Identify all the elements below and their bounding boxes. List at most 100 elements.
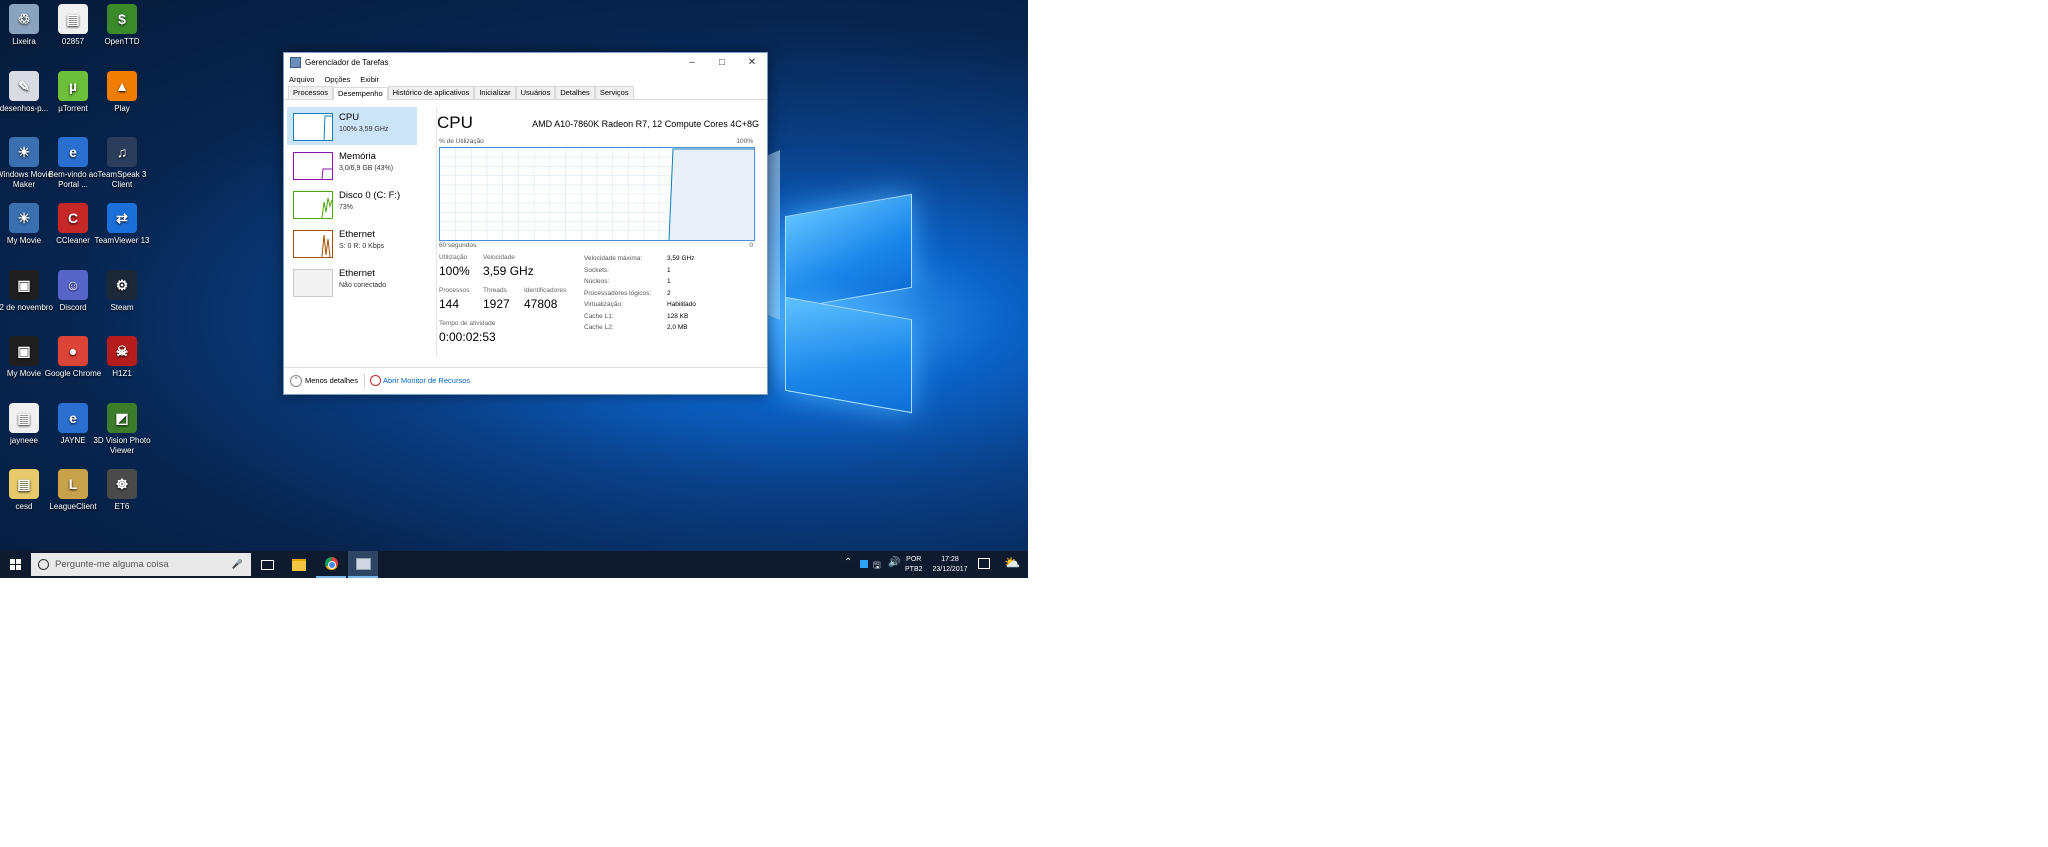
spec-key: Núcleos:: [584, 278, 610, 285]
minimize-button[interactable]: –: [677, 57, 707, 68]
desktop-icon[interactable]: ⚙ Steam: [92, 270, 152, 313]
chevron-up-icon[interactable]: ⌃: [844, 557, 852, 568]
desktop-icon[interactable]: $ OpenTTD: [92, 4, 152, 47]
graph-zero-label: 0: [749, 242, 753, 249]
tab-usuarios[interactable]: Usuários: [515, 86, 556, 99]
sidebar-item-sub: Não conectado: [339, 282, 387, 289]
cortana-icon: [38, 559, 49, 570]
menu-arquivo[interactable]: Arquivo: [289, 75, 314, 84]
app-icon: ☀: [9, 203, 39, 233]
sidebar-item-disk[interactable]: Disco 0 (C: F:) 73%: [287, 185, 417, 223]
tab-historico[interactable]: Histórico de aplicativos: [387, 86, 475, 99]
start-button[interactable]: [0, 551, 30, 578]
spec-key: Velocidade máxima:: [584, 255, 643, 262]
spec-key: Cache L1:: [584, 312, 614, 320]
microphone-icon[interactable]: 🎤: [232, 559, 243, 570]
handles-label: Identificadores: [524, 287, 567, 294]
task-manager-window[interactable]: Gerenciador de Tarefas – □ ✕ Arquivo Opç…: [283, 52, 768, 395]
wallpaper-logo-pane-tl: [785, 193, 912, 311]
app-icon: ☠: [107, 336, 137, 366]
clock[interactable]: 17:28 23/12/2017: [925, 555, 975, 575]
sidebar-item-cpu[interactable]: CPU 100% 3,59 GHz: [287, 107, 417, 145]
ethernet-thumbnail: [293, 230, 333, 258]
desktop-icon-label: Steam: [110, 303, 134, 312]
app-icon: C: [58, 203, 88, 233]
desktop: ♲ Lixeira ▤ 02857 $ OpenTTD ✎ desenhos-p... µ µTo…: [0, 0, 1028, 578]
tab-desempenho[interactable]: Desempenho: [333, 87, 388, 100]
desktop-icon[interactable]: ▲ Play: [92, 71, 152, 114]
cpu-model: AMD A10-7860K Radeon R7, 12 Compute Core…: [532, 119, 759, 129]
desktop-icon[interactable]: ⇄ TeamViewer 13: [92, 203, 152, 246]
uptime-value: 0:00:02:53: [439, 330, 496, 344]
performance-sidebar: CPU 100% 3,59 GHz Memória 3,0/6,9 GB (43…: [287, 107, 417, 357]
tab-servicos[interactable]: Serviços: [594, 86, 634, 99]
task-manager-taskbar-button[interactable]: [348, 551, 378, 578]
spec-value: 2: [667, 289, 671, 297]
cpu-thumbnail: [293, 113, 333, 141]
spec-key: Virtualização:: [584, 301, 623, 308]
chevron-up-icon[interactable]: ⌃: [290, 375, 302, 387]
tab-inicializar[interactable]: Inicializar: [474, 86, 516, 99]
search-placeholder: Pergunte-me alguma coisa: [55, 559, 169, 570]
search-box[interactable]: Pergunte-me alguma coisa 🎤: [31, 553, 251, 576]
tab-processos[interactable]: Processos: [288, 86, 334, 99]
notification-app-icon[interactable]: [860, 560, 868, 568]
task-manager-icon: [290, 57, 301, 68]
maximize-button[interactable]: □: [707, 57, 737, 68]
utilization-label: Utilização: [439, 254, 468, 261]
keyboard-layout: PTB2: [905, 566, 923, 573]
folder-icon: [292, 558, 306, 571]
volume-icon[interactable]: 🔊: [888, 557, 900, 568]
memory-thumbnail: [293, 152, 333, 180]
desktop-icon[interactable]: ☸ ET6: [92, 469, 152, 512]
resource-monitor-link[interactable]: Abrir Monitor de Recursos: [383, 376, 470, 385]
app-icon: e: [58, 137, 88, 167]
sidebar-item-sub: 100% 3,59 GHz: [339, 126, 389, 133]
title-bar[interactable]: Gerenciador de Tarefas – □ ✕: [284, 53, 767, 72]
chrome-taskbar-button[interactable]: [316, 551, 346, 578]
app-icon: ▲: [107, 71, 137, 101]
graph-max-label: 100%: [736, 138, 753, 145]
cpu-utilization-graph: [439, 147, 755, 241]
spec-key: Cache L2:: [584, 324, 614, 331]
cpu-heading: CPU: [437, 113, 473, 132]
network-icon[interactable]: 🖫: [873, 558, 881, 574]
menu-exibir[interactable]: Exibir: [360, 75, 379, 84]
spec-value: Habilitado: [667, 301, 696, 308]
sidebar-item-ethernet[interactable]: Ethernet S: 0 R: 0 Kbps: [287, 224, 417, 262]
action-center-icon[interactable]: [978, 558, 990, 569]
tab-detalhes[interactable]: Detalhes: [555, 86, 595, 99]
clock-date: 23/12/2017: [932, 566, 968, 573]
app-icon: $: [107, 4, 137, 34]
app-icon: ☸: [107, 469, 137, 499]
close-button[interactable]: ✕: [737, 57, 767, 68]
graph-label: % de Utilização: [439, 138, 484, 145]
task-view-button[interactable]: [252, 551, 282, 578]
menu-opcoes[interactable]: Opções: [324, 75, 350, 84]
ethernet-2-thumbnail: [293, 269, 333, 297]
language-indicator[interactable]: POR PTB2: [905, 555, 923, 575]
desktop-icon[interactable]: ♫ TeamSpeak 3 Client: [92, 137, 152, 190]
app-icon: ✎: [9, 71, 39, 101]
spec-key: Sockets:: [584, 266, 609, 274]
app-icon: ☀: [9, 137, 39, 167]
weather-icon[interactable]: ⛅: [1004, 555, 1020, 571]
sidebar-item-ethernet-2[interactable]: Ethernet Não conectado: [287, 263, 417, 301]
sidebar-item-label: Memória: [339, 151, 376, 162]
desktop-icon[interactable]: ◩ 3D Vision Photo Viewer: [92, 403, 152, 456]
graph-time-label: 60 segundos: [439, 242, 477, 249]
language-code: POR: [906, 556, 922, 563]
sidebar-item-label: Ethernet: [339, 229, 375, 240]
desktop-icon-label: ET6: [114, 502, 130, 511]
sidebar-item-memory[interactable]: Memória 3,0/6,9 GB (43%): [287, 146, 417, 184]
app-icon: L: [58, 469, 88, 499]
less-details-link[interactable]: Menos detalhes: [305, 376, 358, 385]
speed-value: 3,59 GHz: [483, 264, 534, 278]
threads-label: Threads: [483, 287, 507, 294]
resource-monitor-icon[interactable]: [370, 375, 381, 386]
file-explorer-button[interactable]: [284, 551, 314, 578]
handles-value: 47808: [524, 297, 558, 311]
desktop-icon[interactable]: ☠ H1Z1: [92, 336, 152, 379]
utilization-value: 100%: [439, 264, 470, 278]
desktop-icon-label: OpenTTD: [104, 37, 140, 46]
